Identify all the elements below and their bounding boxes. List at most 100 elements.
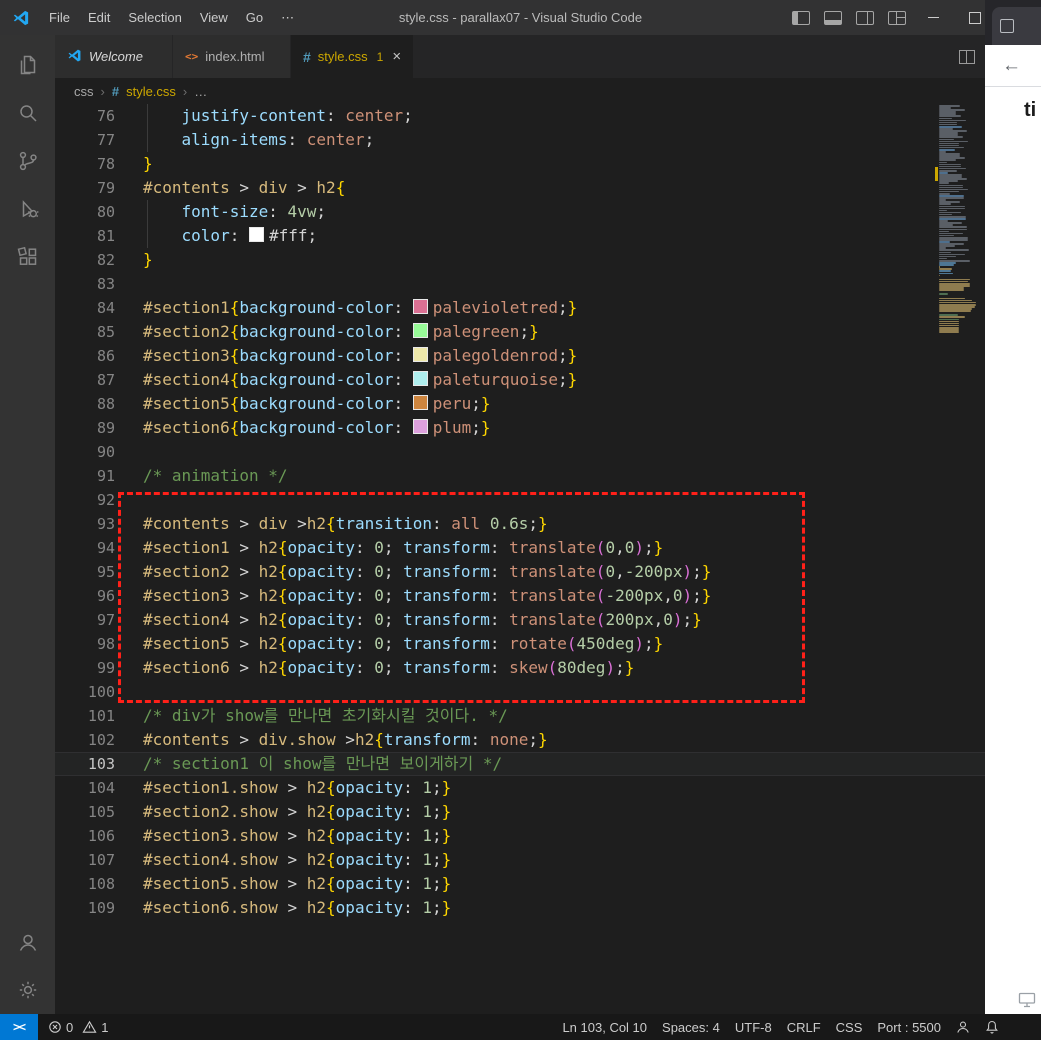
token: > [287,514,307,533]
menu-go[interactable]: Go [237,0,272,35]
minimap[interactable] [935,105,978,365]
code-line-88[interactable]: 88 #section5{background-color: peru;} [55,392,985,416]
cursor-position[interactable]: Ln 103, Col 10 [562,1020,647,1035]
token: { [277,610,288,629]
code-line-79[interactable]: 79 #contents > div > h2{ [55,176,985,200]
token: { [326,802,336,821]
tab-welcome[interactable]: Welcome [55,35,173,78]
code-line-100[interactable]: 100 [55,680,985,704]
menu-file[interactable]: File [40,0,79,35]
code-line-91[interactable]: 91 /* animation */ [55,464,985,488]
code-line-78[interactable]: 78} [55,152,985,176]
code-line-81[interactable]: 81 color: #fff; [55,224,985,248]
eol[interactable]: CRLF [787,1020,821,1035]
breadcrumb-folder[interactable]: css [74,84,94,99]
breadcrumb-symbol[interactable]: … [194,84,207,99]
code-line-77[interactable]: 77 align-items: center; [55,128,985,152]
code-line-99[interactable]: 99 #section6 > h2{opacity: 0; transform: … [55,656,985,680]
code-line-86[interactable]: 86 #section3{background-color: palegolden… [55,344,985,368]
code-line-83[interactable]: 83 [55,272,985,296]
minimap-line [939,310,971,312]
minimap-line [939,140,968,143]
menu-view[interactable]: View [191,0,237,35]
code-line-98[interactable]: 98 #section5 > h2{opacity: 0; transform: … [55,632,985,656]
minimize-button[interactable] [928,17,939,18]
code-line-89[interactable]: 89 #section6{background-color: plum;} [55,416,985,440]
token: #section2 [143,322,230,341]
code-line-84[interactable]: 84 #section1{background-color: paleviolet… [55,296,985,320]
split-editor-icon[interactable] [959,49,975,64]
line-number: 83 [96,275,115,293]
color-swatch [412,299,428,314]
toggle-sidebar-right-icon[interactable] [856,10,874,25]
remote-indicator[interactable]: >< [0,1014,38,1040]
code-line-97[interactable]: 97 #section4 > h2{opacity: 0; transform: … [55,608,985,632]
code-line-106[interactable]: 106 #section3.show > h2{opacity: 1;} [55,824,985,848]
code-line-92[interactable]: 92 [55,488,985,512]
maximize-button[interactable] [969,11,981,24]
browser-tab-strip [985,0,1041,45]
code-line-109[interactable]: 109 #section6.show > h2{opacity: 1;} [55,896,985,920]
encoding[interactable]: UTF-8 [735,1020,772,1035]
token: #section4.show [143,850,278,869]
browser-tab[interactable] [992,7,1041,45]
live-server-port[interactable]: Port : 5500 [877,1020,941,1035]
close-icon[interactable]: × [392,49,401,64]
language-mode[interactable]: CSS [836,1020,863,1035]
code-editor[interactable]: 76 justify-content: center; 77 align-item… [55,104,985,1014]
indentation[interactable]: Spaces: 4 [662,1020,720,1035]
code-line-82[interactable]: 82} [55,248,985,272]
token: ( [595,610,606,629]
toggle-sidebar-left-icon[interactable] [792,10,810,25]
customize-layout-icon[interactable] [888,10,906,25]
html-file-icon: <> [185,50,199,63]
code-line-94[interactable]: 94 #section1 > h2{opacity: 0; transform: … [55,536,985,560]
code-line-76[interactable]: 76 justify-content: center; [55,104,985,128]
code-line-107[interactable]: 107 #section4.show > h2{opacity: 1;} [55,848,985,872]
code-line-85[interactable]: 85 #section2{background-color: palegreen;… [55,320,985,344]
tab-index-html[interactable]: <> index.html [173,35,291,78]
menu-selection[interactable]: Selection [119,0,190,35]
search-icon[interactable] [4,89,52,137]
extensions-icon[interactable] [4,233,52,281]
token: } [567,298,578,317]
menu-edit[interactable]: Edit [79,0,119,35]
code-line-101[interactable]: 101 /* div가 show를 만나면 초기화시킬 것이다. */ [55,704,985,728]
breadcrumb-file[interactable]: style.css [126,84,176,99]
token: translate [509,562,596,581]
code-line-103[interactable]: 103 /* section1 이 show를 만나면 보이게하기 */ [55,752,985,776]
token: : [403,778,423,797]
code-line-87[interactable]: 87 #section4{background-color: paleturquo… [55,368,985,392]
person-icon[interactable] [956,1020,970,1034]
code-line-93[interactable]: 93 #contents > div >h2{transition: all 0.… [55,512,985,536]
token: : [354,658,375,677]
line-number: 100 [87,683,115,701]
token: ; [403,106,413,125]
color-swatch [412,347,428,362]
token: ; [316,202,327,221]
code-line-108[interactable]: 108 #section5.show > h2{opacity: 1;} [55,872,985,896]
token: : [403,826,423,845]
token: , [615,562,625,581]
code-line-80[interactable]: 80 font-size: 4vw; [55,200,985,224]
code-line-90[interactable]: 90 [55,440,985,464]
problems-indicator[interactable]: 0 1 [48,1020,108,1035]
settings-gear-icon[interactable] [4,966,52,1014]
bell-icon[interactable] [985,1020,999,1034]
toggle-panel-icon[interactable] [824,10,842,25]
run-debug-icon[interactable] [4,185,52,233]
minimap-line [939,272,954,275]
browser-back-icon[interactable]: ← [1002,56,1021,75]
code-line-96[interactable]: 96 #section3 > h2{opacity: 0; transform: … [55,584,985,608]
menu-⋯[interactable]: ⋯ [272,0,303,35]
explorer-icon[interactable] [4,41,52,89]
token: #section1 [143,538,230,557]
source-control-icon[interactable] [4,137,52,185]
token: > [277,826,307,845]
code-line-104[interactable]: 104 #section1.show > h2{opacity: 1;} [55,776,985,800]
accounts-icon[interactable] [4,918,52,966]
code-line-102[interactable]: 102 #contents > div.show >h2{transform: n… [55,728,985,752]
code-line-105[interactable]: 105 #section2.show > h2{opacity: 1;} [55,800,985,824]
tab-style-css[interactable]: # style.css 1 × [291,35,415,78]
code-line-95[interactable]: 95 #section2 > h2{opacity: 0; transform: … [55,560,985,584]
